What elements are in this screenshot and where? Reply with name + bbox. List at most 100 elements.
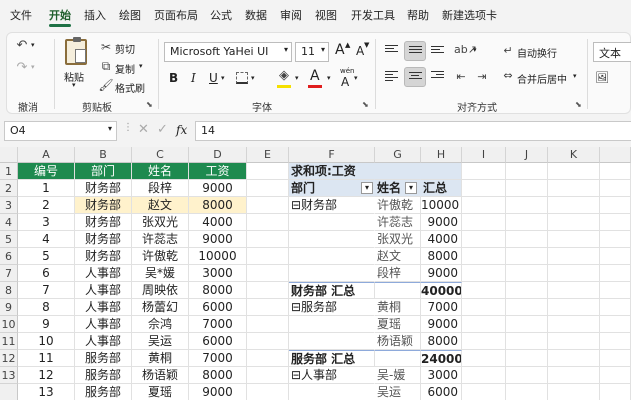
row-header[interactable] xyxy=(0,384,18,400)
copy-dropdown-icon[interactable]: ▾ xyxy=(139,62,143,70)
grid-cell[interactable] xyxy=(600,214,631,231)
col-header-A[interactable]: A xyxy=(18,147,75,163)
grid-cell[interactable] xyxy=(600,350,631,367)
orientation-dropdown-icon[interactable]: ▾ xyxy=(473,46,477,54)
grid-cell[interactable] xyxy=(247,180,289,197)
decrease-indent-icon[interactable]: ⇤ xyxy=(452,68,470,86)
table-cell[interactable]: 7000 xyxy=(189,350,247,367)
col-header-J[interactable]: J xyxy=(506,147,548,163)
tab-insert[interactable]: 插入 xyxy=(84,7,106,23)
table-cell[interactable]: 11 xyxy=(18,350,75,367)
col-header-B[interactable]: B xyxy=(75,147,132,163)
pivot-name-cell[interactable]: 张双光 xyxy=(375,231,421,248)
tab-data[interactable]: 数据 xyxy=(245,7,267,23)
table-cell[interactable]: 赵文 xyxy=(132,197,189,214)
grid-cell[interactable] xyxy=(600,180,631,197)
table-cell[interactable]: 吴运 xyxy=(132,333,189,350)
grid-cell[interactable] xyxy=(247,316,289,333)
grid-cell[interactable] xyxy=(462,180,506,197)
grid-cell[interactable] xyxy=(548,248,600,265)
table-cell[interactable]: 13 xyxy=(18,384,75,400)
table-cell[interactable]: 佘鸿 xyxy=(132,316,189,333)
table-cell[interactable]: 财务部 xyxy=(75,248,132,265)
grid-cell[interactable] xyxy=(506,350,548,367)
grid-cell[interactable] xyxy=(600,299,631,316)
pivot-name-cell[interactable]: 杨语颖 xyxy=(375,333,421,350)
wrap-text-button[interactable]: 自动换行 xyxy=(517,45,557,60)
table-cell[interactable]: 杨语颖 xyxy=(132,367,189,384)
pivot-value-cell[interactable]: 7000 xyxy=(421,299,462,316)
grid-cell[interactable] xyxy=(600,333,631,350)
tab-view[interactable]: 视图 xyxy=(315,7,337,23)
grid-cell[interactable] xyxy=(600,231,631,248)
pivot-name-cell[interactable]: 段梓 xyxy=(375,265,421,282)
fx-icon[interactable]: fx xyxy=(176,123,187,137)
grid-cell[interactable] xyxy=(462,163,506,180)
redo-icon[interactable]: ↷ xyxy=(13,59,31,77)
underline-dropdown-icon[interactable]: ▾ xyxy=(221,74,225,82)
grid-cell[interactable] xyxy=(548,163,600,180)
grid-cell[interactable] xyxy=(462,197,506,214)
grid-cell[interactable] xyxy=(506,214,548,231)
tab-review[interactable]: 审阅 xyxy=(280,7,302,23)
grid-cell[interactable] xyxy=(548,350,600,367)
pivot-value-cell[interactable]: 9000 xyxy=(421,265,462,282)
paste-icon[interactable] xyxy=(65,37,87,65)
grid-cell[interactable] xyxy=(548,316,600,333)
table-header-cell[interactable]: 部门 xyxy=(75,163,132,180)
table-cell[interactable]: 吴*媛 xyxy=(132,265,189,282)
row-header-3[interactable]: 3 xyxy=(0,197,18,214)
grid-cell[interactable] xyxy=(462,333,506,350)
undo-dropdown-icon[interactable]: ▾ xyxy=(31,41,35,49)
col-header-K[interactable]: K xyxy=(548,147,600,163)
tab-new[interactable]: 新建选项卡 xyxy=(442,7,497,23)
grid-cell[interactable] xyxy=(506,197,548,214)
increase-font-icon[interactable]: A xyxy=(335,42,345,58)
filter-dropdown-icon[interactable]: ▾ xyxy=(405,182,417,194)
col-header-C[interactable]: C xyxy=(132,147,189,163)
pivot-dept-cell[interactable] xyxy=(289,248,375,265)
pivot-dept-cell[interactable] xyxy=(289,231,375,248)
grid-cell[interactable] xyxy=(600,384,631,400)
pivot-dept-cell[interactable] xyxy=(289,333,375,350)
table-cell[interactable]: 5 xyxy=(18,248,75,265)
table-cell[interactable]: 许傲乾 xyxy=(132,248,189,265)
table-cell[interactable]: 8000 xyxy=(189,367,247,384)
undo-icon[interactable]: ↶ xyxy=(13,37,31,55)
pivot-name-cell[interactable]: 黄桐 xyxy=(375,299,421,316)
border-dropdown-icon[interactable]: ▾ xyxy=(251,74,255,82)
tab-file[interactable]: 文件 xyxy=(10,7,32,23)
tab-formulas[interactable]: 公式 xyxy=(210,7,232,23)
font-color-icon[interactable]: A xyxy=(310,68,320,84)
pivot-name-cell[interactable]: 赵文 xyxy=(375,248,421,265)
grid-cell[interactable] xyxy=(506,248,548,265)
table-cell[interactable]: 杨蕾幻 xyxy=(132,299,189,316)
grid-cell[interactable] xyxy=(548,214,600,231)
tab-help[interactable]: 帮助 xyxy=(407,7,429,23)
table-cell[interactable]: 9000 xyxy=(189,384,247,400)
grid-cell[interactable] xyxy=(506,163,548,180)
pivot-dept-cell[interactable] xyxy=(289,384,375,400)
grid-cell[interactable] xyxy=(548,265,600,282)
tab-developer[interactable]: 开发工具 xyxy=(351,7,395,23)
table-cell[interactable]: 人事部 xyxy=(75,265,132,282)
grid-cell[interactable] xyxy=(548,180,600,197)
col-header-H[interactable]: H xyxy=(421,147,462,163)
grid-cell[interactable] xyxy=(462,384,506,400)
row-header-13[interactable]: 13 xyxy=(0,367,18,384)
tab-page-layout[interactable]: 页面布局 xyxy=(154,7,198,23)
row-header-6[interactable]: 6 xyxy=(0,248,18,265)
pivot-value-cell[interactable]: 9000 xyxy=(421,214,462,231)
grid-cell[interactable] xyxy=(506,180,548,197)
redo-dropdown-icon[interactable]: ▾ xyxy=(31,63,35,71)
font-size-select[interactable]: 11 ▾ xyxy=(295,42,329,62)
enter-icon[interactable]: ✓ xyxy=(157,122,168,137)
align-middle-button[interactable] xyxy=(404,41,426,61)
row-header-10[interactable]: 10 xyxy=(0,316,18,333)
pivot-name-header[interactable]: 姓名 ▾ xyxy=(375,180,421,197)
grid-cell[interactable] xyxy=(247,214,289,231)
italic-button[interactable]: I xyxy=(191,71,196,85)
table-cell[interactable]: 服务部 xyxy=(75,384,132,400)
table-header-cell[interactable]: 工资 xyxy=(189,163,247,180)
paste-dropdown-icon[interactable]: ▾ xyxy=(72,81,76,89)
